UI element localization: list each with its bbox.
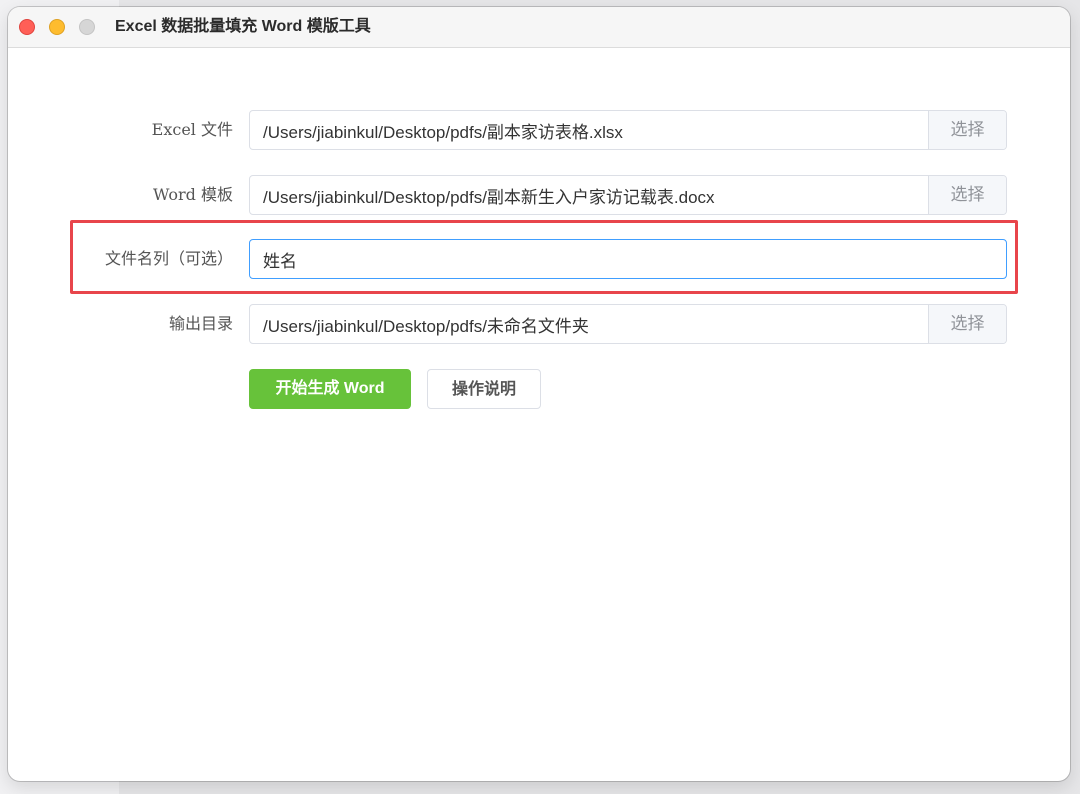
excel-file-select-button[interactable]: 选择 — [928, 111, 1006, 149]
excel-file-label: Excel 文件 — [151, 120, 233, 139]
window-title: Excel 数据批量填充 Word 模版工具 — [115, 18, 371, 35]
maximize-window-button[interactable] — [79, 19, 95, 35]
word-template-field: 选择 — [249, 175, 1007, 215]
word-template-input[interactable] — [250, 176, 930, 214]
output-dir-label: 输出目录 — [168, 314, 233, 333]
output-dir-field: 选择 — [249, 304, 1007, 344]
close-window-button[interactable] — [19, 19, 35, 35]
titlebar: Excel 数据批量填充 Word 模版工具 — [8, 7, 1070, 48]
output-dir-input[interactable] — [250, 305, 930, 343]
excel-file-field: 选择 — [249, 110, 1007, 150]
word-template-select-button[interactable]: 选择 — [928, 176, 1006, 214]
minimize-window-button[interactable] — [49, 19, 65, 35]
word-template-label: Word 模板 — [153, 185, 233, 204]
excel-file-input[interactable] — [250, 111, 930, 149]
filename-column-input[interactable] — [250, 240, 990, 278]
output-dir-select-button[interactable]: 选择 — [928, 305, 1006, 343]
filename-column-label: 文件名列（可选） — [104, 249, 233, 268]
generate-word-button[interactable]: 开始生成 Word — [249, 369, 411, 409]
filename-column-field — [249, 239, 1007, 279]
app-window: Excel 数据批量填充 Word 模版工具 Excel 文件 选择 Word … — [8, 7, 1070, 781]
help-button[interactable]: 操作说明 — [427, 369, 541, 409]
